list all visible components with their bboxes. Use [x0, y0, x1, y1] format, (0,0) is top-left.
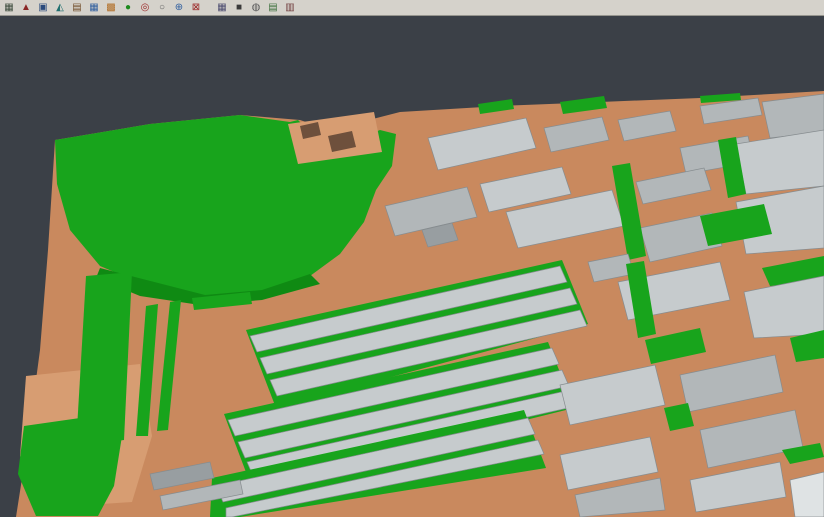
toolbar-button-sphere-green[interactable]: ●: [121, 1, 135, 14]
circle-gray-icon: ○: [159, 2, 165, 13]
grid-brown-icon: ▥: [285, 2, 294, 13]
toolbar-button-close-red[interactable]: ⊠: [189, 1, 203, 14]
toolbar-button-cube-dark[interactable]: ■: [232, 1, 246, 14]
crosshair-blue-icon: ⊕: [175, 2, 183, 13]
toolbar-separator: [206, 1, 212, 14]
toolbar: ▦ ▲ ▣ ◭ ▤ ▦ ▩ ● ◎ ○ ⊕ ⊠ ▦ ■ ◍ ▤ ▥: [0, 0, 824, 16]
application-window: ▦ ▲ ▣ ◭ ▤ ▦ ▩ ● ◎ ○ ⊕ ⊠ ▦ ■ ◍ ▤ ▥: [0, 0, 824, 517]
toolbar-button-circle-gray[interactable]: ○: [155, 1, 169, 14]
sphere-dark-icon: ◍: [252, 2, 261, 13]
toolbar-button-sphere-dark[interactable]: ◍: [249, 1, 263, 14]
mountain-teal-icon: ◭: [56, 2, 64, 13]
box-orange-icon: ▩: [106, 2, 115, 13]
target-red-icon: ◎: [141, 2, 150, 13]
palette-dark-icon: ▦: [217, 2, 226, 13]
toolbar-button-mountain-teal[interactable]: ◭: [53, 1, 67, 14]
grid-dark-icon: ▦: [4, 2, 13, 13]
toolbar-button-flag-red[interactable]: ▲: [19, 1, 33, 14]
toolbar-button-grid-brown[interactable]: ▥: [283, 1, 297, 14]
toolbar-button-target-red[interactable]: ◎: [138, 1, 152, 14]
toolbar-button-palette-dark[interactable]: ▦: [215, 1, 229, 14]
toolbar-button-layers-brown[interactable]: ▤: [70, 1, 84, 14]
cube-dark-icon: ■: [236, 2, 242, 13]
grid-green-icon: ▤: [268, 2, 277, 13]
toolbar-button-crosshair-blue[interactable]: ⊕: [172, 1, 186, 14]
map-blue-icon: ▣: [38, 2, 47, 13]
toolbar-button-grid-blue[interactable]: ▦: [87, 1, 101, 14]
toolbar-button-map-blue[interactable]: ▣: [36, 1, 50, 14]
grid-blue-icon: ▦: [89, 2, 98, 13]
toolbar-button-grid-green[interactable]: ▤: [266, 1, 280, 14]
toolbar-button-grid-dark[interactable]: ▦: [2, 1, 16, 14]
sphere-green-icon: ●: [125, 2, 131, 13]
close-red-icon: ⊠: [192, 2, 200, 13]
building: [790, 472, 824, 517]
toolbar-button-box-orange[interactable]: ▩: [104, 1, 118, 14]
viewport-3d[interactable]: [0, 16, 824, 517]
flag-red-icon: ▲: [21, 2, 31, 13]
layers-brown-icon: ▤: [72, 2, 81, 13]
scene-svg: [0, 16, 824, 517]
